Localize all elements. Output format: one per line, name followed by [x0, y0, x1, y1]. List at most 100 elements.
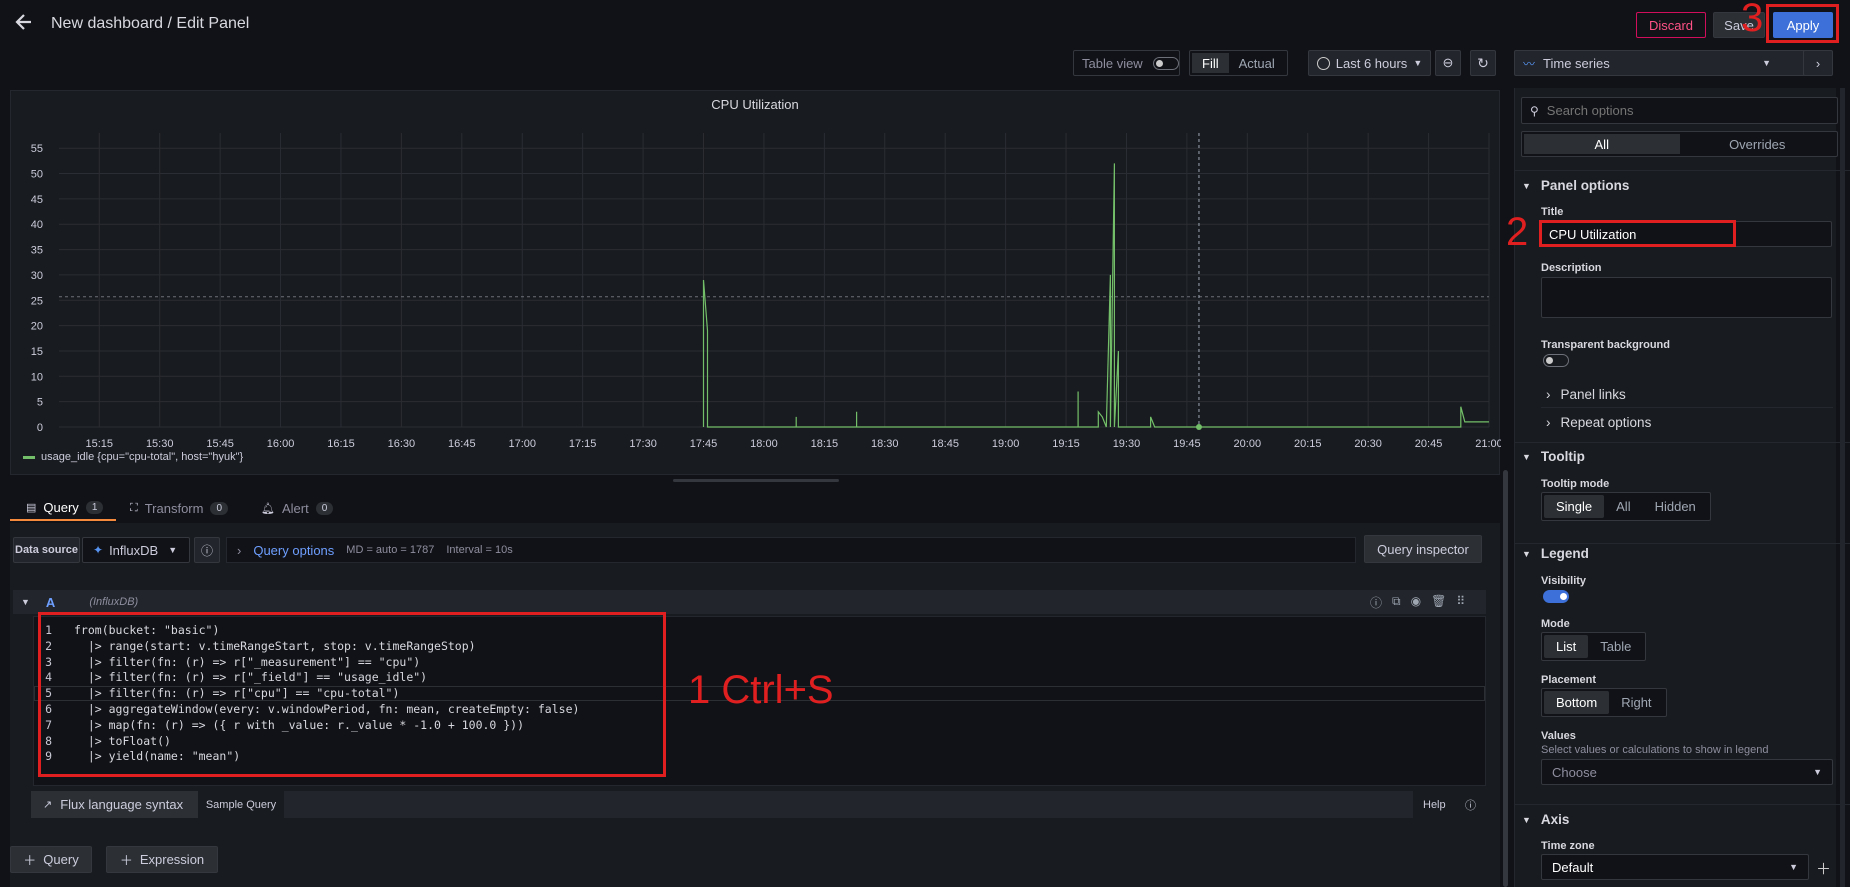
panel-links-section[interactable]: › Panel links [1546, 387, 1626, 402]
add-time-zone-button[interactable]: ＋ [1816, 858, 1831, 879]
query-row-header[interactable]: ▼ A (InfluxDB) [13, 590, 1486, 614]
tab-overrides[interactable]: Overrides [1680, 134, 1836, 154]
datasource-picker[interactable]: ✦ InfluxDB ▼ [82, 537, 190, 563]
switch-icon [1152, 56, 1179, 70]
search-options-input[interactable]: ⚲ [1521, 97, 1838, 124]
panel-options-section[interactable]: ▼ Panel options [1522, 178, 1629, 193]
tooltip-mode-all[interactable]: All [1604, 495, 1642, 518]
repeat-options-section[interactable]: › Repeat options [1546, 415, 1651, 430]
tab-all[interactable]: All [1524, 134, 1680, 154]
time-zone-value: Default [1552, 859, 1594, 875]
legend[interactable]: usage_idle {cpu="cpu-total", host="hyuk"… [23, 451, 243, 463]
legend-mode-group: List Table [1541, 632, 1647, 661]
y-tick-label: 55 [31, 143, 43, 155]
legend-series-label: usage_idle {cpu="cpu-total", host="hyuk"… [41, 451, 244, 463]
query-inspector-button[interactable]: Query inspector [1364, 535, 1482, 563]
legend-section[interactable]: ▼ Legend [1522, 546, 1589, 561]
chevron-right-icon: › [1546, 415, 1551, 430]
chevron-right-icon: › [237, 542, 242, 558]
tab-query[interactable]: ▤ Query 1 [10, 495, 116, 521]
values-select[interactable]: Choose ▼ [1541, 759, 1833, 785]
add-query-button[interactable]: ＋ Query [10, 846, 92, 873]
query-row-actions: ⓘ ⧉ ◉ 🗑︎ ⠿ [1370, 594, 1465, 611]
tab-transform[interactable]: ⛶ Transform 0 [130, 495, 229, 521]
tab-transform-count: 0 [210, 501, 229, 515]
query-options-row[interactable]: › Query options MD = auto = 1787 Interva… [226, 537, 1356, 563]
visibility-label: Visibility [1541, 575, 1587, 587]
tooltip-mode-hidden[interactable]: Hidden [1643, 495, 1708, 518]
x-tick-label: 18:30 [871, 438, 899, 450]
sample-query-button[interactable]: Sample Query [198, 791, 284, 818]
table-view-label: Table view [1082, 55, 1143, 71]
annotation-box-code [38, 612, 666, 777]
actual-option[interactable]: Actual [1229, 53, 1285, 73]
x-tick-label: 16:30 [388, 438, 416, 450]
info-icon: ⓘ [200, 543, 213, 558]
editor-scrollbar[interactable] [1503, 470, 1508, 887]
transparent-switch[interactable] [1543, 354, 1569, 367]
legend-mode-list[interactable]: List [1544, 635, 1589, 658]
chevron-down-icon: ▼ [1813, 767, 1822, 777]
placement-label: Placement [1541, 674, 1597, 686]
query-source: (InfluxDB) [89, 596, 139, 608]
visualization-picker[interactable]: 〰 Time series ▼ [1514, 50, 1814, 76]
time-zone-select[interactable]: Default ▼ [1541, 854, 1809, 880]
table-view-toggle[interactable]: Table view [1073, 50, 1180, 76]
x-tick-label: 16:15 [327, 438, 355, 450]
axis-label: Axis [1540, 812, 1570, 827]
x-tick-label: 21:00 [1475, 438, 1501, 450]
transform-icon: ⛶ [130, 501, 138, 514]
help-button[interactable]: Help ⓘ [1413, 791, 1486, 818]
x-tick-label: 20:45 [1415, 438, 1443, 450]
x-tick-label: 15:15 [86, 438, 114, 450]
legend-placement-bottom[interactable]: Bottom [1544, 691, 1610, 714]
query-ref-id[interactable]: A [46, 595, 55, 610]
time-zone-label: Time zone [1541, 840, 1595, 852]
fill-option[interactable]: Fill [1192, 53, 1229, 73]
collapse-options-button[interactable]: › [1803, 50, 1833, 76]
x-tick-label: 16:45 [448, 438, 476, 450]
trash-icon[interactable]: 🗑︎ [1431, 594, 1446, 611]
options-scrollbar[interactable] [1840, 88, 1845, 887]
tab-alert[interactable]: 🔔︎ Alert 0 [261, 495, 334, 521]
x-tick-label: 17:15 [569, 438, 597, 450]
duplicate-icon[interactable]: ⧉ [1392, 594, 1401, 611]
axis-section[interactable]: ▼ Axis [1522, 812, 1569, 827]
eye-icon[interactable]: ◉ [1411, 594, 1421, 611]
tooltip-mode-single[interactable]: Single [1544, 495, 1605, 518]
back-arrow-icon[interactable] [14, 12, 34, 32]
chevron-down-icon: ▼ [1522, 548, 1531, 559]
flux-syntax-link[interactable]: ↗ Flux language syntax [31, 791, 198, 818]
x-tick-label: 19:45 [1173, 438, 1201, 450]
chart-svg: 555045403530252015105015:15 15:30 15:45 16:… [31, 133, 1501, 450]
legend-mode-table[interactable]: Table [1588, 635, 1643, 658]
x-tick-label: 18:00 [750, 438, 778, 450]
help-icon[interactable]: ⓘ [1370, 594, 1382, 611]
y-tick-label: 45 [31, 194, 43, 206]
tab-query-label: Query [43, 499, 79, 515]
annotation-box-title [1539, 220, 1736, 247]
chevron-down-icon: ▼ [168, 545, 178, 555]
discard-button[interactable]: Discard [1636, 12, 1706, 38]
datasource-help-button[interactable]: ⓘ [194, 537, 220, 563]
add-expression-button[interactable]: ＋ Expression [106, 846, 218, 873]
x-tick-label: 17:45 [690, 438, 718, 450]
zoom-out-icon: ⊖ [1442, 55, 1454, 70]
tooltip-section[interactable]: ▼ Tooltip [1522, 449, 1585, 464]
time-range-picker[interactable]: Last 6 hours ▼ [1308, 50, 1431, 76]
search-options-field[interactable] [1546, 103, 1807, 118]
drag-handle-icon[interactable]: ⠿ [1456, 594, 1465, 611]
y-tick-label: 30 [31, 270, 43, 282]
legend-placement-right[interactable]: Right [1609, 691, 1663, 714]
visibility-switch[interactable] [1543, 590, 1569, 603]
resize-handle[interactable] [673, 479, 839, 482]
query-options-md: MD = auto = 1787 [346, 544, 435, 556]
panel-options-label: Panel options [1540, 178, 1630, 193]
zoom-out-button[interactable]: ⊖ [1435, 50, 1461, 76]
refresh-button[interactable]: ↻ [1470, 50, 1496, 76]
y-tick-label: 50 [31, 169, 43, 181]
chevron-right-icon: › [1815, 55, 1821, 71]
mode-label: Mode [1541, 618, 1570, 630]
description-textarea[interactable] [1541, 277, 1832, 318]
chevron-down-icon: ▼ [1522, 814, 1531, 825]
